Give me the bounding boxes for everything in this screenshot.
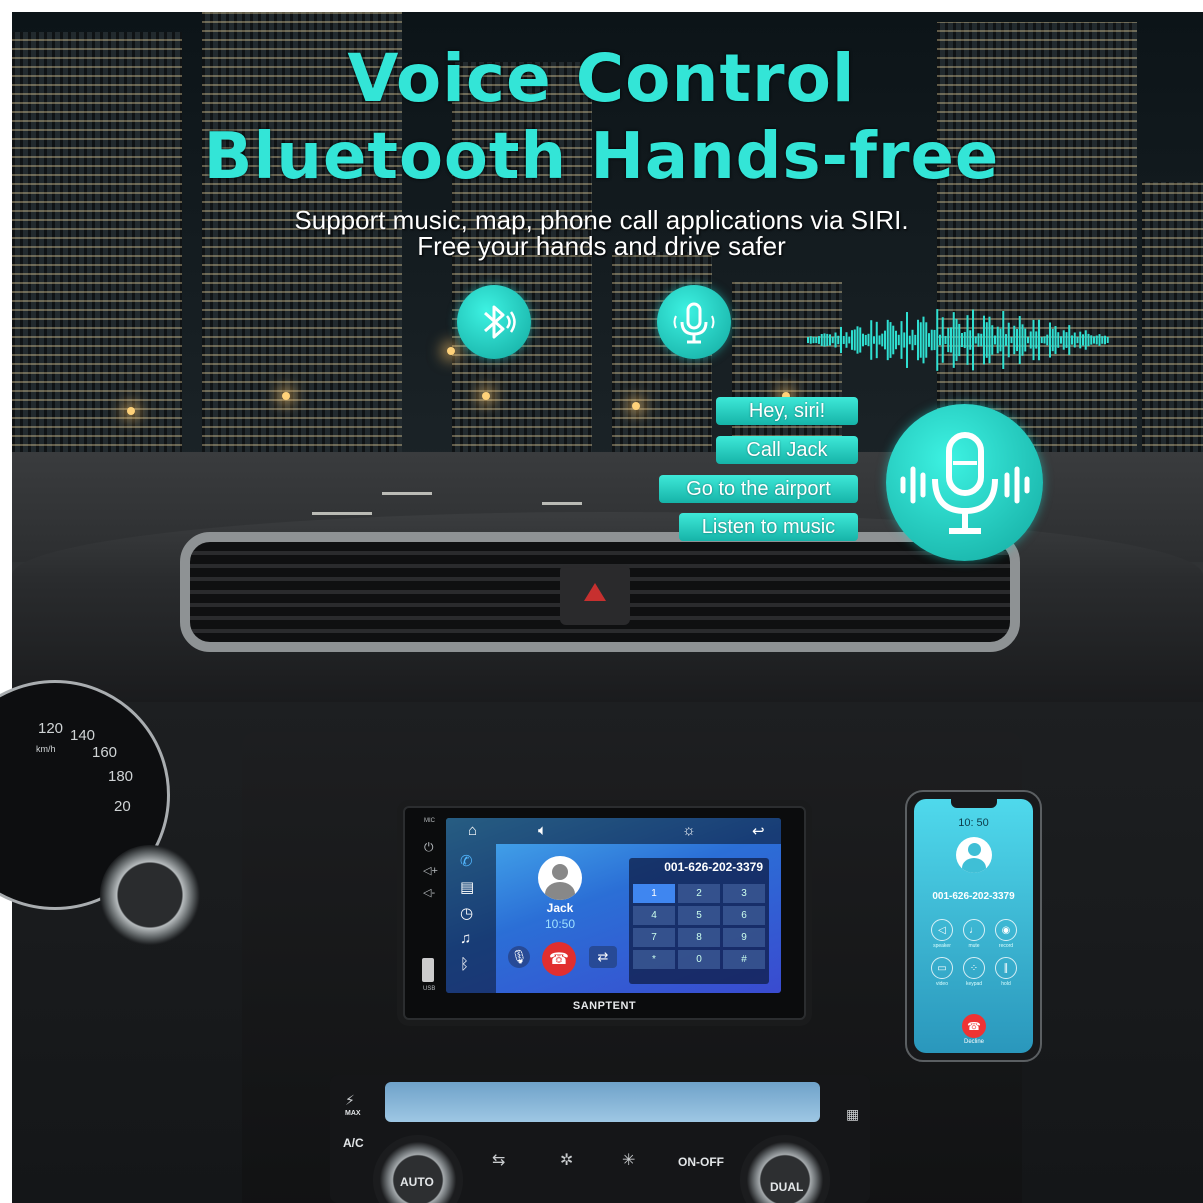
- microphone-large-icon: [886, 404, 1043, 561]
- max-label: MAX: [345, 1110, 361, 1117]
- keypad-key[interactable]: 0: [678, 950, 720, 969]
- phone-time: 10: 50: [958, 817, 989, 829]
- description-line1: Support music, map, phone call applicati…: [294, 205, 909, 235]
- smartphone: 10: 50 001-626-202-3379 ◁ ♩ ◉ speaker mu…: [905, 790, 1042, 1062]
- voice-command-pill: Go to the airport: [659, 475, 858, 503]
- head-unit-side-controls: MIC ⏻ ◁+ ◁- USB: [418, 818, 444, 1003]
- keypad-key[interactable]: 3: [723, 884, 765, 903]
- keypad-key[interactable]: 5: [678, 906, 720, 925]
- volume-up-icon[interactable]: ◁+: [423, 864, 438, 877]
- keypad-label: keypad: [965, 981, 983, 987]
- keypad-key[interactable]: 2: [678, 884, 720, 903]
- brand-label: SANPTENT: [572, 1000, 637, 1012]
- home-icon[interactable]: ⌂: [468, 822, 477, 839]
- contacts-icon[interactable]: ▤: [460, 878, 474, 896]
- usb-label: USB: [423, 986, 436, 992]
- power-icon[interactable]: ⏻: [424, 840, 434, 855]
- keypad-key[interactable]: 9: [723, 928, 765, 947]
- bluetooth-settings-icon[interactable]: ᛒ: [460, 956, 469, 973]
- video-label: video: [936, 981, 948, 987]
- mute-label: mute: [968, 943, 980, 949]
- keypad-key[interactable]: *: [633, 950, 675, 969]
- phone-screen: 10: 50 001-626-202-3379 ◁ ♩ ◉ speaker mu…: [914, 799, 1033, 1053]
- rear-defrost-icon[interactable]: ▦: [846, 1106, 859, 1123]
- keypad-grid: 1 2 3 4 5 6 7 8 9 * 0 #: [633, 884, 765, 969]
- volume-icon[interactable]: 🔈︎: [538, 822, 547, 839]
- auto-label: AUTO: [400, 1175, 434, 1189]
- contact-avatar: [538, 856, 582, 900]
- volume-down-icon[interactable]: ◁-: [423, 886, 435, 899]
- ac-button[interactable]: A/C: [343, 1136, 364, 1150]
- gauge-label: 120: [38, 720, 64, 737]
- dual-label: DUAL: [770, 1180, 804, 1194]
- defrost-max-icon[interactable]: ⚡︎: [345, 1092, 355, 1109]
- page-title: Voice Control: [347, 40, 856, 117]
- phone-number: 001-626-202-3379: [932, 891, 1015, 902]
- call-time: 10:50: [544, 917, 576, 931]
- recent-calls-icon[interactable]: ◷: [460, 904, 473, 922]
- fan-recirculate-icon[interactable]: ⇆: [492, 1150, 505, 1170]
- decline-label: Decline: [963, 1039, 984, 1045]
- head-unit-screen: ⌂ 🔈︎ ☼ ↩ ✆ ▤ ◷ ♫ ᛒ Jack 10:50 🎙︎ ☎ ⇄ 001…: [446, 818, 781, 993]
- hold-icon[interactable]: ∥: [995, 957, 1017, 979]
- onoff-button[interactable]: ON-OFF: [678, 1155, 724, 1169]
- dialed-number: 001-626-202-3379: [664, 860, 763, 874]
- record-label: record: [998, 943, 1014, 949]
- phone-icon[interactable]: ✆: [460, 852, 473, 870]
- video-icon[interactable]: ▭: [931, 957, 953, 979]
- keypad-key[interactable]: 4: [633, 906, 675, 925]
- gauge-label: 160: [92, 744, 118, 761]
- microphone-icon: [657, 285, 731, 359]
- bluetooth-icon: [457, 285, 531, 359]
- decline-button[interactable]: ☎: [962, 1014, 986, 1038]
- hold-label: hold: [1001, 981, 1011, 987]
- fan-speed-icon[interactable]: ✳: [622, 1150, 635, 1170]
- speaker-label: speaker: [933, 943, 951, 949]
- keypad-icon[interactable]: ⁘: [963, 957, 985, 979]
- transfer-call-icon[interactable]: ⇄: [589, 946, 617, 968]
- gauge-label: 180: [108, 768, 134, 785]
- side-menu: ✆ ▤ ◷ ♫ ᛒ: [446, 844, 496, 993]
- mute-mic-icon[interactable]: 🎙︎: [508, 946, 530, 968]
- start-button[interactable]: [100, 845, 200, 945]
- voice-command-pill: Listen to music: [679, 513, 858, 541]
- page-subtitle-title: Bluetooth Hands-free: [203, 120, 1000, 194]
- top-bar: ⌂ 🔈︎ ☼ ↩: [446, 818, 781, 844]
- soundwave-graphic: [807, 309, 1109, 371]
- keypad-key[interactable]: 1: [633, 884, 675, 903]
- voice-command-pill: Hey, siri!: [716, 397, 858, 425]
- record-icon[interactable]: ◉: [995, 919, 1017, 941]
- keypad-key[interactable]: 7: [633, 928, 675, 947]
- brightness-icon[interactable]: ☼: [682, 822, 696, 839]
- keypad-key[interactable]: 6: [723, 906, 765, 925]
- mute-icon[interactable]: ♩: [963, 919, 985, 941]
- keypad-key[interactable]: #: [723, 950, 765, 969]
- voice-command-pill: Call Jack: [716, 436, 858, 464]
- gauge-label: 20: [114, 798, 131, 815]
- mic-label: MIC: [424, 818, 435, 824]
- climate-display: [385, 1082, 820, 1122]
- dial-keypad: 001-626-202-3379 1 2 3 4 5 6 7 8 9 * 0 #: [629, 858, 769, 984]
- usb-port[interactable]: [422, 958, 434, 982]
- phone-contact-avatar: [956, 837, 992, 873]
- music-icon[interactable]: ♫: [460, 930, 471, 947]
- fan-icon[interactable]: ✲: [560, 1150, 573, 1170]
- speaker-icon[interactable]: ◁: [931, 919, 953, 941]
- gauge-label: 140: [70, 727, 96, 744]
- contact-name: Jack: [546, 901, 574, 915]
- keypad-key[interactable]: 8: [678, 928, 720, 947]
- hazard-icon[interactable]: [560, 565, 630, 625]
- back-icon[interactable]: ↩: [752, 822, 765, 840]
- gauge-unit: km/h: [36, 744, 56, 754]
- hang-up-button[interactable]: ☎: [542, 942, 576, 976]
- description-line2: Free your hands and drive safer: [417, 231, 786, 261]
